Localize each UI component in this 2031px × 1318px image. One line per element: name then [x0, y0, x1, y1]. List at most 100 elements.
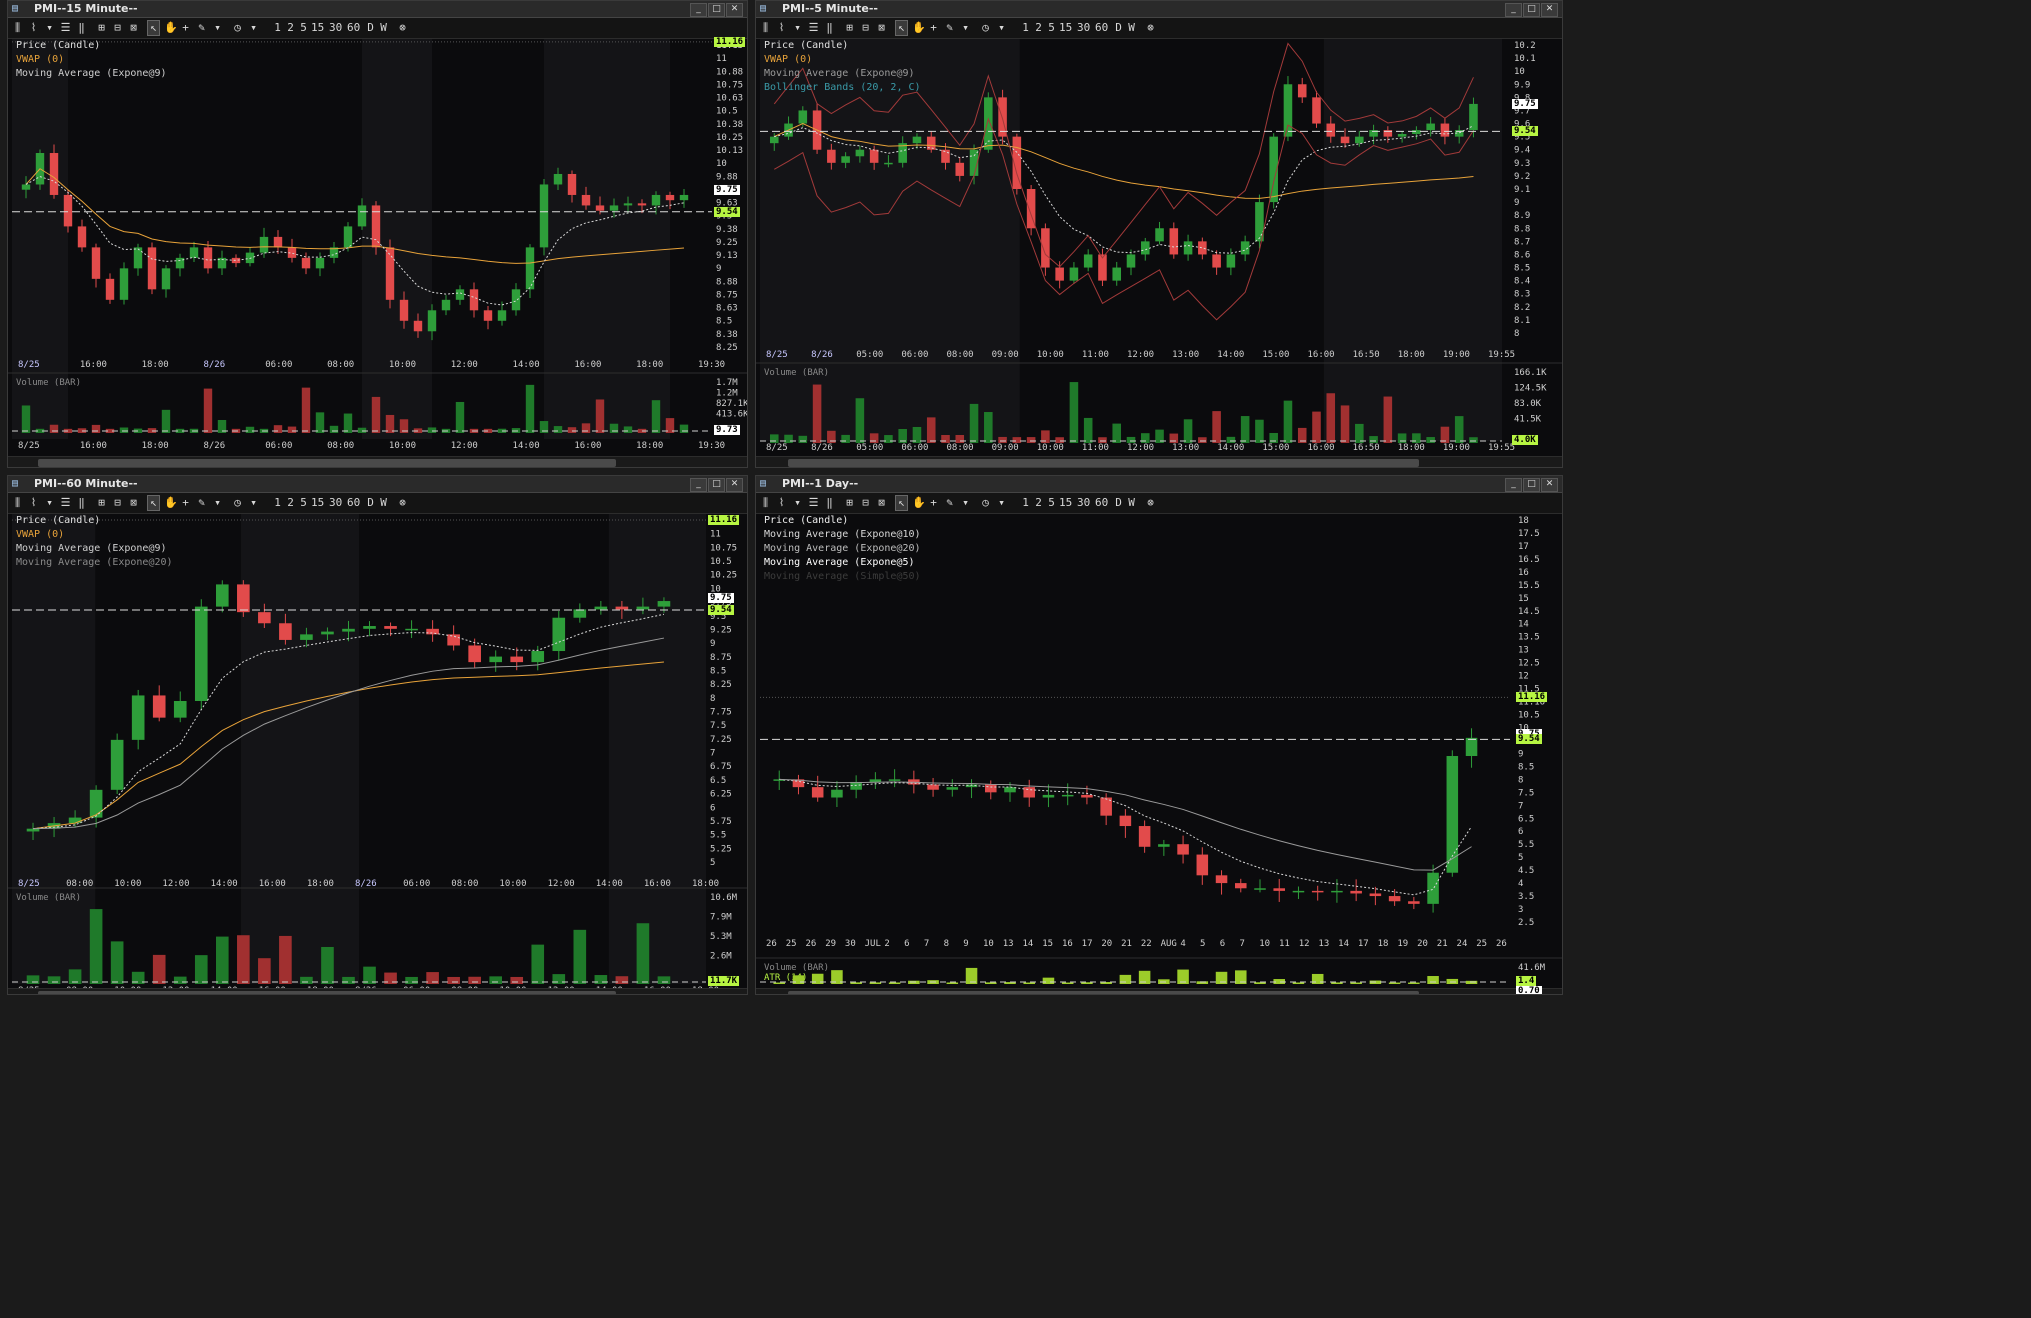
extended-hours-band [544, 39, 670, 439]
legend-item[interactable]: Moving Average (Expone@20) [764, 542, 921, 556]
price-axis-label: 8.38 [716, 330, 738, 340]
time-axis-label: 14:00 [1217, 350, 1244, 360]
horizontal-scrollbar[interactable] [8, 988, 747, 994]
price-axis-label: 8.88 [716, 277, 738, 287]
legend-item[interactable]: Price (Candle) [16, 39, 167, 53]
volume-bar [884, 435, 893, 443]
legend-item[interactable]: Price (Candle) [16, 514, 173, 528]
volume-bar [49, 424, 59, 433]
legend-item[interactable]: VWAP (0) [764, 53, 921, 67]
legend-item[interactable]: Moving Average (Expone@9) [764, 67, 921, 81]
chart-window-1-day[interactable]: ▤ PMI--1 Day-- _ □ ✕ ⫼ ⌇ ▾ ☰ ‖ ⊞ ⊟ ⊠ ↖ ✋ + ✎ ▾ ◷ ▾ 1 2 5 15 30 60… [755, 475, 1563, 995]
volume-bar [553, 426, 563, 433]
scroll-thumb[interactable] [788, 459, 1419, 467]
volume-bar [1083, 417, 1093, 443]
candle-body [1061, 794, 1074, 797]
scroll-thumb[interactable] [37, 991, 616, 994]
volume-time-axis-label: 11:00 [1082, 443, 1109, 453]
time-axis-label: 14 [1338, 939, 1349, 949]
price-axis-label: 14.5 [1518, 607, 1540, 617]
candle-body [63, 194, 73, 227]
volume-axis-label: 41.5K [1514, 415, 1542, 425]
legend-item[interactable]: Moving Average (Expone@20) [16, 556, 173, 570]
horizontal-scrollbar[interactable] [756, 456, 1562, 467]
time-axis-label: 19:00 [1443, 350, 1470, 360]
volume-bar [1283, 400, 1293, 443]
legend-item[interactable]: Moving Average (Expone@9) [16, 542, 173, 556]
price-axis-label: 9.25 [716, 238, 738, 248]
candle-body [1312, 97, 1321, 124]
candle-body [636, 606, 650, 610]
legend-item[interactable]: Moving Average (Expone@5) [764, 556, 921, 570]
price-axis-label: 5.5 [710, 831, 726, 841]
candle-body [497, 310, 507, 321]
horizontal-scrollbar[interactable] [756, 988, 1562, 994]
volume-time-axis-label: 18:00 [1398, 443, 1425, 453]
price-axis-label: 9 [1518, 749, 1523, 759]
volume-bar [447, 976, 460, 984]
time-axis-label: 21 [1437, 939, 1448, 949]
chart-window-60-minute[interactable]: ▤ PMI--60 Minute-- _ □ ✕ ⫼ ⌇ ▾ ☰ ‖ ⊞ ⊟ ⊠ ↖ ✋ + ✎ ▾ ◷ ▾ 1 2 5 15… [7, 475, 748, 995]
volume-bar [525, 384, 535, 433]
volume-value-tag: 11.7K [708, 976, 740, 986]
horizontal-scrollbar[interactable] [8, 456, 747, 467]
volume-axis-label: 10.6M [710, 893, 738, 903]
time-axis-label: 16:00 [574, 360, 601, 370]
legend-item[interactable]: Moving Average (Simple@50) [764, 570, 921, 584]
price-axis-label: 11 [710, 530, 721, 540]
price-axis-label: 9.25 [710, 625, 732, 635]
price-axis-label: 6.5 [710, 776, 726, 786]
chart-window-5-minute[interactable]: ▤ PMI--5 Minute-- _ □ ✕ ⫼ ⌇ ▾ ☰ ‖ ⊞ ⊟ ⊠ ↖ ✋ + ✎ ▾ ◷ ▾ 1 2 5 15 3… [755, 0, 1563, 468]
legend-item[interactable]: VWAP (0) [16, 528, 173, 542]
price-axis-label: 10.38 [716, 120, 743, 130]
time-axis-label: 9 [963, 939, 968, 949]
candle-body [595, 205, 605, 211]
candle-body [1369, 893, 1382, 897]
scroll-thumb[interactable] [37, 459, 616, 467]
time-axis-label: 09:00 [992, 350, 1019, 360]
time-axis-label: 08:00 [327, 360, 354, 370]
price-axis-label: 9 [1514, 198, 1519, 208]
candle-body [510, 656, 524, 663]
candle-body [811, 787, 824, 798]
legend-item[interactable]: Price (Candle) [764, 39, 921, 53]
price-axis-label: 9.38 [716, 225, 738, 235]
legend-item[interactable]: Bollinger Bands (20, 2, C) [764, 81, 921, 95]
volume-bar [1292, 982, 1305, 984]
scroll-thumb[interactable] [788, 991, 1419, 994]
volume-bar [1023, 982, 1035, 984]
volume-bar [119, 427, 129, 433]
volume-bar [91, 424, 101, 433]
volume-bar [301, 387, 311, 433]
candle-body [1069, 267, 1079, 281]
candle-body [679, 194, 689, 201]
time-axis-label: 18:00 [142, 360, 169, 370]
volume-bar [300, 976, 313, 984]
volume-bar [1454, 416, 1464, 443]
legend-item[interactable]: VWAP (0) [16, 53, 167, 67]
time-axis-label: 7 [1240, 939, 1245, 949]
legend-item[interactable]: Moving Average (Expone@9) [16, 67, 167, 81]
extended-hours-band [760, 39, 1020, 441]
time-axis-label: 4 [1180, 939, 1185, 949]
candle-body [259, 236, 269, 253]
volume-bar [784, 434, 793, 443]
price-axis-label: 8.5 [1514, 264, 1530, 274]
volume-bar [1198, 437, 1207, 443]
volume-axis-label: 1.7M [716, 378, 738, 388]
time-axis: 26 25 26 29 30 JUL 2 6 7 8 9 10 13 14 15 16 17 20 21 22 AUG 4… [766, 939, 1507, 949]
volume-axis-label: 5.3M [710, 932, 732, 942]
candle-body [609, 205, 619, 211]
volume-bar [657, 976, 671, 984]
price-axis-label: 15.5 [1518, 581, 1540, 591]
candle-body [1196, 854, 1209, 876]
volume-bar [405, 976, 418, 984]
legend-item[interactable]: Price (Candle) [764, 514, 921, 528]
candle-body [468, 645, 481, 663]
legend-item[interactable]: Moving Average (Expone@10) [764, 528, 921, 542]
price-axis-label: 8.5 [716, 317, 732, 327]
chart-window-15-minute[interactable]: ▤ PMI--15 Minute-- _ □ ✕ ⫼ ⌇ ▾ ☰ ‖ ⊞ ⊟ ⊠ ↖ ✋ + ✎ ▾ ◷ ▾ 1 2 5 15… [7, 0, 748, 468]
volume-bar [342, 976, 355, 984]
indicator-legend: Price (Candle) VWAP (0) Moving Average (Ex… [16, 39, 167, 81]
candle-body [173, 700, 187, 718]
